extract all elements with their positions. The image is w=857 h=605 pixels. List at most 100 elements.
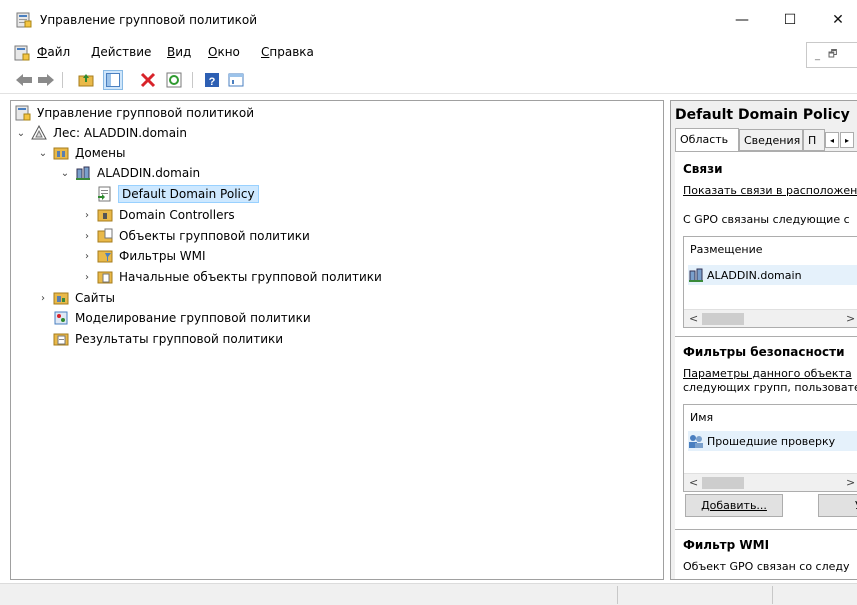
chevron-right-icon[interactable]: ›: [81, 210, 93, 221]
domain-icon: [689, 268, 703, 282]
chevron-right-icon[interactable]: ›: [37, 293, 49, 304]
gpmc-window: Управление групповой политикой — ☐ ✕ Фай…: [0, 0, 857, 605]
delete-icon[interactable]: [138, 70, 158, 90]
tree-node-domain-controllers[interactable]: › Domain Controllers: [81, 205, 235, 225]
scroll-left-icon[interactable]: <: [689, 312, 698, 325]
tree-node-sites[interactable]: › Сайты: [37, 288, 115, 308]
links-description: С GPO связаны следующие с: [683, 213, 850, 226]
links-heading: Связи: [683, 162, 723, 176]
security-description-line2: следующих групп, пользовате: [683, 381, 857, 394]
back-icon[interactable]: [14, 70, 34, 90]
forward-icon[interactable]: [36, 70, 56, 90]
tree-node-label: Результаты групповой политики: [75, 332, 284, 346]
up-folder-icon[interactable]: [76, 70, 96, 90]
show-links-dropdown-label[interactable]: Показать связи в расположен: [683, 184, 857, 197]
scroll-thumb[interactable]: [702, 313, 744, 325]
close-button[interactable]: ✕: [815, 0, 857, 40]
tree-node-label: Моделирование групповой политики: [75, 311, 311, 325]
system-menu-icon[interactable]: [14, 45, 30, 61]
menu-action[interactable]: Действие: [91, 45, 151, 59]
svg-text:?: ?: [209, 76, 216, 88]
tree-node-gpo-objects[interactable]: › Объекты групповой политики: [81, 226, 310, 246]
mdi-controls: _ 🗗: [806, 42, 857, 68]
tree-node-label: Управление групповой политикой: [37, 106, 255, 120]
chevron-down-icon[interactable]: ⌄: [15, 128, 27, 139]
toolbar-separator: [192, 72, 193, 88]
scroll-right-icon[interactable]: >: [846, 476, 855, 489]
tree-node-label: Домены: [75, 146, 126, 160]
tree-node-label: Domain Controllers: [119, 208, 235, 222]
column-name[interactable]: Имя: [690, 411, 713, 424]
add-button[interactable]: Добавить...: [685, 494, 783, 517]
refresh-icon[interactable]: [164, 70, 184, 90]
title-bar: Управление групповой политикой — ☐ ✕: [0, 0, 857, 40]
chevron-right-icon[interactable]: ›: [81, 251, 93, 262]
section-divider: [675, 336, 857, 337]
chevron-down-icon[interactable]: ⌄: [37, 148, 49, 159]
column-location[interactable]: Размещение: [690, 243, 763, 256]
domains-icon: [53, 147, 69, 160]
scroll-left-icon[interactable]: <: [689, 476, 698, 489]
chevron-right-icon[interactable]: ›: [81, 272, 93, 283]
forest-icon: [31, 125, 47, 140]
properties-icon[interactable]: [226, 70, 246, 90]
tree-node-starter-gpos[interactable]: › Начальные объекты групповой политики: [81, 267, 382, 287]
list-item[interactable]: ALADDIN.domain: [688, 265, 857, 285]
toolbar-separator: [62, 72, 63, 88]
mdi-restore-button[interactable]: 🗗: [828, 47, 837, 64]
tab-settings[interactable]: П: [803, 129, 825, 151]
tree-node-forest[interactable]: ⌄ Лес: ALADDIN.domain: [15, 123, 187, 143]
gpo-folder-icon: [97, 228, 113, 243]
security-hscrollbar[interactable]: < >: [684, 473, 857, 491]
mdi-minimize-button[interactable]: _: [815, 50, 820, 61]
tree-node-label: Фильтры WMI: [119, 249, 206, 263]
domain-icon: [76, 166, 90, 180]
tree-node-label: Объекты групповой политики: [119, 229, 310, 243]
chevron-down-icon[interactable]: ⌄: [59, 168, 71, 179]
list-item-label: Прошедшие проверку: [707, 434, 836, 448]
tree-node-label: Лес: ALADDIN.domain: [53, 126, 187, 140]
tab-scroll-right-icon[interactable]: ▸: [840, 132, 854, 148]
tree-node-modeling[interactable]: Моделирование групповой политики: [37, 308, 311, 328]
tab-scope[interactable]: Область: [675, 128, 739, 152]
tree-node-aladdin-domain[interactable]: ⌄ ALADDIN.domain: [59, 163, 200, 183]
links-listbox[interactable]: Размещение ALADDIN.domain < >: [683, 236, 857, 328]
tree-node-label: Начальные объекты групповой политики: [119, 270, 382, 284]
status-bar-divider: [617, 586, 618, 604]
chevron-right-icon[interactable]: ›: [81, 231, 93, 242]
show-hide-tree-icon[interactable]: [103, 70, 123, 90]
scroll-thumb[interactable]: [702, 477, 744, 489]
remove-button[interactable]: У: [818, 494, 857, 517]
status-bar: [0, 583, 857, 605]
tree-node-label: ALADDIN.domain: [97, 166, 201, 180]
links-hscrollbar[interactable]: < >: [684, 309, 857, 327]
tree-node-label: Default Domain Policy: [118, 185, 259, 203]
tab-details[interactable]: Сведения: [739, 129, 803, 151]
tree-node-gpmc-root[interactable]: Управление групповой политикой: [15, 103, 254, 123]
tree-node-wmi-filters[interactable]: › Фильтры WMI: [81, 246, 206, 266]
menu-view[interactable]: Вид: [167, 45, 191, 59]
menu-window[interactable]: Окно: [208, 45, 240, 59]
wmi-description: Объект GPO связан со следу: [683, 560, 850, 573]
tree-node-label: Сайты: [75, 291, 115, 305]
list-item[interactable]: Прошедшие проверку: [688, 431, 857, 451]
tree-node-domains[interactable]: ⌄ Домены: [37, 143, 126, 163]
tab-scroll-left-icon[interactable]: ◂: [825, 132, 839, 148]
tree-node-default-domain-policy[interactable]: Default Domain Policy: [97, 184, 259, 204]
security-listbox[interactable]: Имя Прошедшие проверку < >: [683, 404, 857, 492]
menu-bar: Файл Действие Вид Окно Справка: [0, 42, 857, 64]
security-description-line1: Параметры данного объекта: [683, 367, 852, 380]
minimize-button[interactable]: —: [719, 0, 765, 40]
sites-icon: [53, 292, 69, 305]
maximize-button[interactable]: ☐: [767, 0, 813, 40]
scroll-right-icon[interactable]: >: [846, 312, 855, 325]
status-bar-divider: [772, 586, 773, 604]
gpmc-app-icon: [16, 12, 32, 28]
toolbar: ?: [0, 66, 857, 94]
security-filtering-heading: Фильтры безопасности: [683, 345, 845, 359]
menu-file[interactable]: Файл: [37, 45, 70, 59]
tree-node-results[interactable]: Результаты групповой политики: [37, 329, 283, 349]
menu-help[interactable]: Справка: [261, 45, 314, 59]
help-icon[interactable]: ?: [202, 70, 222, 90]
ou-icon: [97, 209, 113, 222]
